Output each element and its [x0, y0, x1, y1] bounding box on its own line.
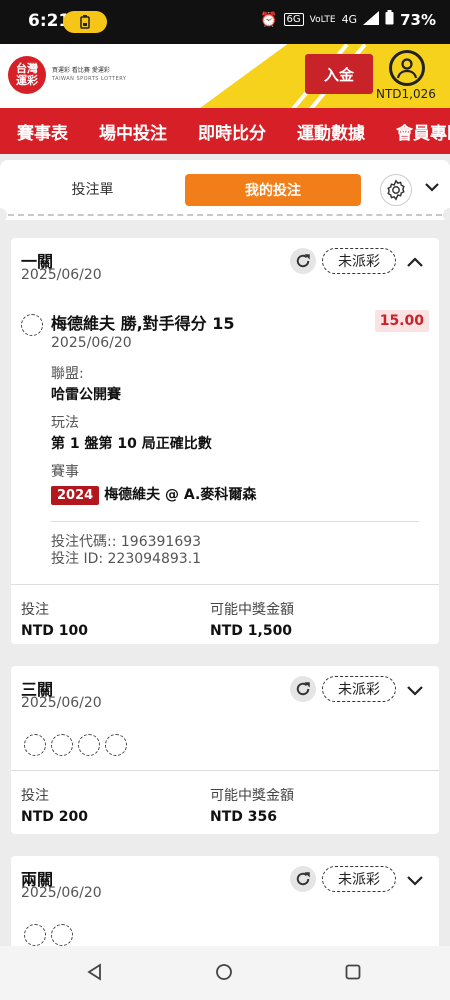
bet-date: 2025/06/20 — [21, 267, 102, 283]
battery-icon — [385, 10, 394, 29]
payout-label: 可能中獎金額 — [210, 602, 294, 618]
bet-card: 兩關 2025/06/20 未派彩 — [11, 856, 439, 946]
stake-label: 投注 — [21, 788, 49, 804]
battery-percent: 73% — [400, 10, 436, 29]
content-area: 投注單 我的投注 一關 2025/06/20 未派彩 梅德維夫 勝,對手得分 1… — [0, 154, 450, 946]
nav-item-members[interactable]: 會員專區 — [379, 119, 450, 144]
data-icon: 6G — [283, 13, 304, 26]
leg-status-icons — [11, 734, 439, 756]
network-type: 4G — [341, 13, 358, 26]
bet-card: 一關 2025/06/20 未派彩 梅德維夫 勝,對手得分 15 2025/06… — [11, 238, 439, 644]
nav-item-live-betting[interactable]: 場中投注 — [82, 119, 167, 144]
chevron-down-icon[interactable] — [406, 871, 424, 890]
event-value: 梅德維夫 @ A.麥科爾森 — [104, 487, 257, 503]
leg-status-icon — [78, 734, 100, 756]
leg-status-icon — [24, 734, 46, 756]
leg-status-icon — [21, 314, 43, 336]
bet-date: 2025/06/20 — [21, 695, 102, 711]
league-value: 哈雷公開賽 — [51, 387, 121, 403]
account-icon[interactable] — [389, 50, 425, 86]
league-label: 聯盟: — [51, 366, 84, 382]
deposit-button[interactable]: 入金 — [305, 54, 373, 94]
refresh-icon[interactable] — [290, 248, 316, 274]
payout-value: NTD 356 — [210, 809, 277, 825]
bet-date: 2025/06/20 — [21, 885, 102, 901]
chevron-up-icon[interactable] — [406, 253, 424, 272]
stake-value: NTD 100 — [21, 623, 88, 639]
payout-label: 可能中獎金額 — [210, 788, 294, 804]
gear-icon[interactable] — [380, 174, 412, 206]
bet-leg: 梅德維夫 勝,對手得分 15 2025/06/20 15.00 — [11, 310, 439, 351]
logo[interactable]: 台灣 運彩 — [8, 56, 46, 94]
leg-status-icon — [51, 924, 73, 946]
nav-item-sports-data[interactable]: 運動數據 — [280, 119, 365, 144]
app-header: 台灣 運彩 買運彩 看比賽 愛運彩 TAIWAN SPORTS LOTTERY 入… — [0, 44, 450, 108]
status-bar: 6:21 ⏰ 6G VoLTE 4G 73% — [0, 0, 450, 44]
stake-label: 投注 — [21, 602, 49, 618]
leg-status-icons — [11, 924, 439, 946]
back-icon[interactable] — [86, 963, 104, 985]
system-nav-bar — [0, 946, 450, 1000]
odds-badge: 15.00 — [374, 310, 429, 332]
refresh-icon[interactable] — [290, 676, 316, 702]
market-value: 第 1 盤第 10 局正確比數 — [51, 436, 212, 452]
volte-icon: VoLTE — [309, 14, 336, 25]
bet-code: 投注代碼:: 196391693 — [51, 534, 202, 550]
market-label: 玩法 — [51, 415, 79, 431]
status-badge: 未派彩 — [322, 676, 396, 702]
signal-icon — [363, 10, 380, 29]
event-year-badge: 2024 — [51, 486, 100, 505]
tab-my-bets[interactable]: 我的投注 — [185, 174, 361, 206]
chevron-down-icon[interactable] — [406, 681, 424, 700]
bet-id: 投注 ID: 223094893.1 — [51, 551, 202, 567]
home-icon[interactable] — [215, 963, 233, 985]
leg-status-icon — [105, 734, 127, 756]
nav-item-schedule[interactable]: 賽事表 — [0, 119, 68, 144]
leg-status-icon — [24, 924, 46, 946]
battery-saver-icon — [63, 11, 107, 33]
nav-item-live-scores[interactable]: 即時比分 — [181, 119, 266, 144]
logo-text: 買運彩 看比賽 愛運彩 TAIWAN SPORTS LOTTERY — [52, 67, 127, 82]
recents-icon[interactable] — [344, 963, 362, 985]
main-nav: 賽事表 場中投注 即時比分 運動數據 會員專區 — [0, 108, 450, 154]
dashed-divider — [0, 208, 450, 222]
stake-value: NTD 200 — [21, 809, 88, 825]
bet-card: 三關 2025/06/20 未派彩 投注 NTD 200 可能中獎金額 NTD … — [11, 666, 439, 834]
account-balance: NTD1,026 — [376, 87, 436, 101]
event-label: 賽事 — [51, 464, 79, 480]
leg-status-icon — [51, 734, 73, 756]
chevron-down-icon[interactable] — [424, 178, 440, 197]
refresh-icon[interactable] — [290, 866, 316, 892]
alarm-icon: ⏰ — [260, 11, 278, 28]
leg-date: 2025/06/20 — [51, 335, 132, 351]
payout-value: NTD 1,500 — [210, 623, 293, 639]
tab-bet-slip[interactable]: 投注單 — [45, 174, 140, 204]
status-badge: 未派彩 — [322, 248, 396, 274]
status-badge: 未派彩 — [322, 866, 396, 892]
